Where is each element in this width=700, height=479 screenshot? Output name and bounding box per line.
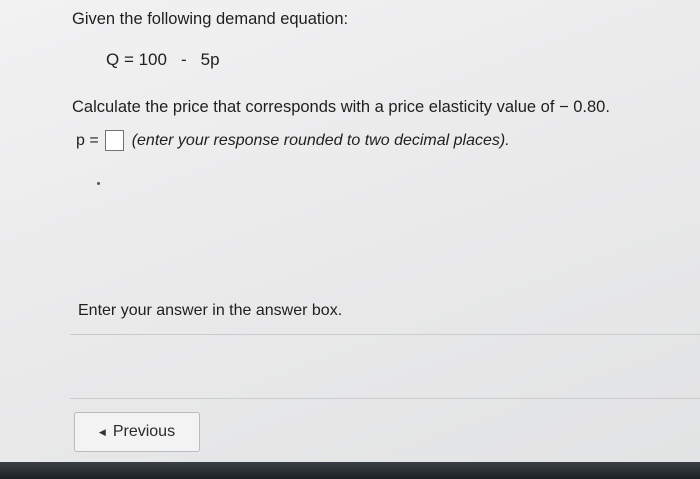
question-task: Calculate the price that corresponds wit… [72,98,610,116]
equation-right: 5p [200,50,220,69]
stray-mark [97,182,100,185]
equation-left: Q = 100 [106,50,167,69]
answer-row: p = (enter your response rounded to two … [76,130,510,151]
answer-label: p = [76,131,99,149]
divider [70,398,700,399]
previous-button[interactable]: ◀ Previous [74,412,200,452]
screen-bezel [0,462,700,479]
question-panel: Given the following demand equation: Q =… [0,0,700,462]
question-intro: Given the following demand equation: [72,10,349,28]
divider [70,334,700,335]
caret-left-icon: ◀ [98,426,106,437]
answer-instruction: Enter your answer in the answer box. [78,302,343,319]
answer-hint: (enter your response rounded to two deci… [131,131,510,149]
equation-operator: - [180,50,187,69]
demand-equation: Q = 100-5p [106,50,220,70]
previous-label: Previous [112,423,176,440]
answer-input[interactable] [104,130,124,151]
